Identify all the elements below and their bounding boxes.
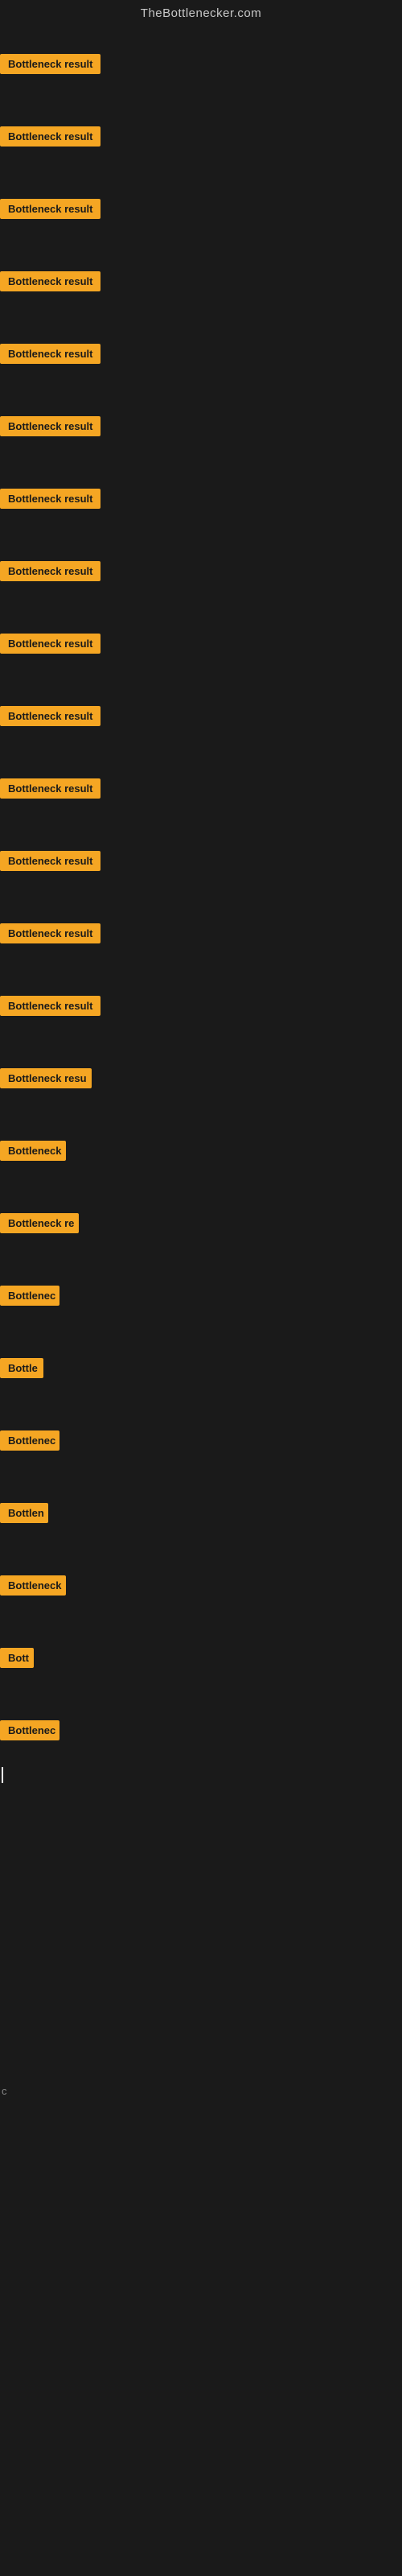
bottleneck-badge-14: Bottleneck result [0,996,100,1016]
bottleneck-item-8: Bottleneck result [0,561,100,585]
bottleneck-item-15: Bottleneck resu [0,1068,92,1092]
bottleneck-badge-1: Bottleneck result [0,54,100,74]
bottleneck-badge-15: Bottleneck resu [0,1068,92,1088]
bottleneck-item-18: Bottlenec [0,1286,59,1310]
bottleneck-item-19: Bottle [0,1358,43,1382]
bottleneck-item-4: Bottleneck result [0,271,100,295]
bottleneck-badge-10: Bottleneck result [0,706,100,726]
bottleneck-item-21: Bottlen [0,1503,48,1527]
bottleneck-badge-11: Bottleneck result [0,778,100,799]
bottleneck-badge-20: Bottlenec [0,1430,59,1451]
bottleneck-item-7: Bottleneck result [0,489,100,513]
bottleneck-list: Bottleneck result Bottleneck result Bottle… [0,30,402,2574]
bottleneck-badge-24: Bottlenec [0,1720,59,1740]
bottleneck-item-12: Bottleneck result [0,851,100,875]
bottleneck-item-16: Bottleneck [0,1141,66,1165]
bottleneck-item-9: Bottleneck result [0,634,100,658]
bottleneck-item-10: Bottleneck result [0,706,100,730]
bottleneck-badge-3: Bottleneck result [0,199,100,219]
bottleneck-badge-4: Bottleneck result [0,271,100,291]
bottleneck-item-24: Bottlenec [0,1720,59,1744]
bottleneck-item-1: Bottleneck result [0,54,100,78]
bottleneck-badge-5: Bottleneck result [0,344,100,364]
bottleneck-badge-9: Bottleneck result [0,634,100,654]
small-char: c [2,2085,7,2097]
bottleneck-badge-12: Bottleneck result [0,851,100,871]
bottleneck-badge-19: Bottle [0,1358,43,1378]
bottleneck-item-6: Bottleneck result [0,416,100,440]
bottleneck-badge-2: Bottleneck result [0,126,100,147]
bottleneck-item-22: Bottleneck [0,1575,66,1600]
bottleneck-item-20: Bottlenec [0,1430,59,1455]
bottleneck-badge-18: Bottlenec [0,1286,59,1306]
bottleneck-item-11: Bottleneck result [0,778,100,803]
bottleneck-item-2: Bottleneck result [0,126,100,151]
bottleneck-badge-7: Bottleneck result [0,489,100,509]
bottleneck-badge-23: Bott [0,1648,34,1668]
bottleneck-badge-6: Bottleneck result [0,416,100,436]
bottleneck-item-14: Bottleneck result [0,996,100,1020]
bottleneck-badge-17: Bottleneck re [0,1213,79,1233]
bottleneck-item-3: Bottleneck result [0,199,100,223]
bottleneck-badge-16: Bottleneck [0,1141,66,1161]
cursor-indicator [2,1767,3,1783]
bottleneck-badge-13: Bottleneck result [0,923,100,943]
bottleneck-item-17: Bottleneck re [0,1213,79,1237]
bottleneck-item-5: Bottleneck result [0,344,100,368]
bottleneck-badge-22: Bottleneck [0,1575,66,1596]
site-header: TheBottlenecker.com [0,0,402,30]
bottleneck-item-23: Bott [0,1648,34,1672]
bottleneck-item-13: Bottleneck result [0,923,100,947]
bottleneck-badge-21: Bottlen [0,1503,48,1523]
bottleneck-badge-8: Bottleneck result [0,561,100,581]
